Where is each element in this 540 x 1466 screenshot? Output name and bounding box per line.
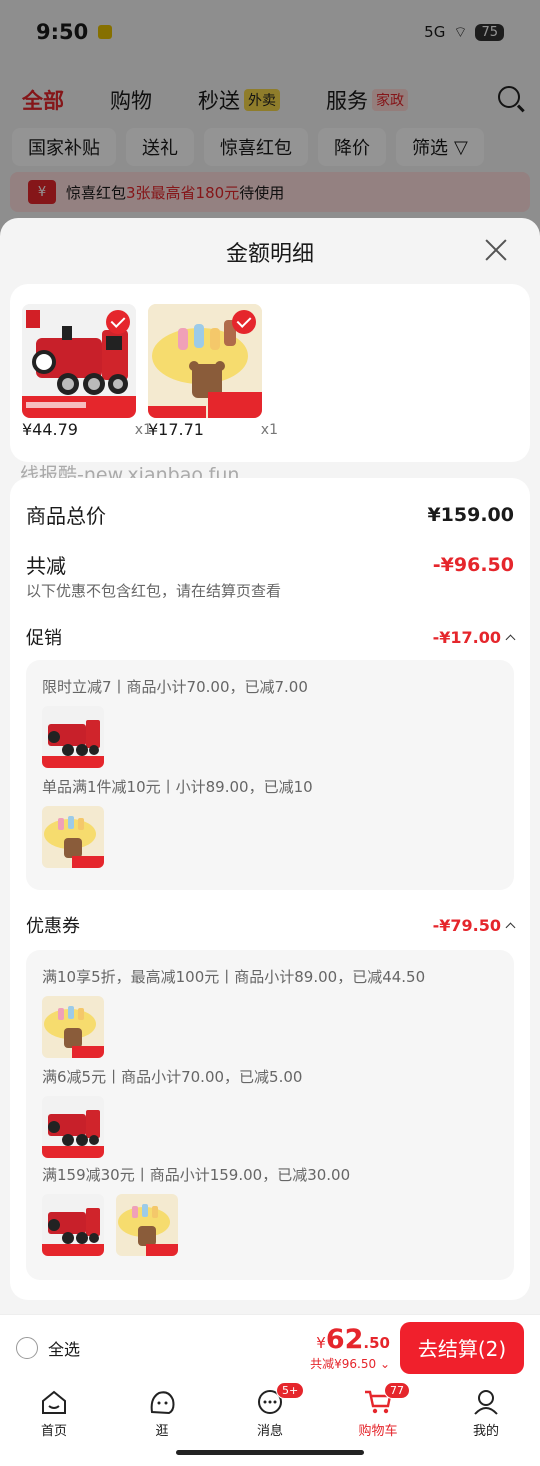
profile-icon bbox=[474, 1390, 498, 1415]
saved-label: 共减¥96.50 bbox=[310, 1356, 377, 1371]
total-label: 商品总价 bbox=[26, 504, 106, 528]
amount-yen: ¥ bbox=[316, 1333, 326, 1352]
toy-icon bbox=[42, 806, 104, 868]
product-qty: x1 bbox=[260, 422, 278, 438]
train-icon bbox=[42, 1194, 104, 1256]
checkout-button[interactable]: 去结算(2) bbox=[400, 1321, 524, 1374]
select-all-radio[interactable] bbox=[16, 1336, 38, 1359]
promo-value: -¥17.00 bbox=[432, 627, 501, 647]
reduce-value: -¥96.50 bbox=[432, 553, 514, 576]
chevron-down-icon: ⌄ bbox=[379, 1356, 390, 1371]
product-image-train bbox=[22, 304, 136, 418]
toy-thumb bbox=[116, 1194, 178, 1256]
train-thumb bbox=[42, 1194, 104, 1256]
checkout-bar: 全选 ¥62.50 共减¥96.50 ⌄ 去结算(2) bbox=[0, 1314, 540, 1380]
coupon-line: 满159减30元丨商品小计159.00，已减30.00 bbox=[42, 1166, 351, 1184]
coupon-label: 优惠券 bbox=[26, 916, 80, 937]
tab-cart-label: 购物车 bbox=[358, 1424, 398, 1439]
train-icon bbox=[42, 1096, 104, 1158]
browse-icon bbox=[150, 1391, 175, 1415]
reduce-label: 共减 bbox=[26, 554, 66, 578]
train-thumb bbox=[42, 706, 104, 768]
amount-detail-sheet: 金额明细 ¥44.79 x1 ¥17.71 x1 线报酷-new.xianbao… bbox=[0, 218, 540, 1314]
total-amount: ¥62.50 共减¥96.50 ⌄ bbox=[310, 1324, 390, 1372]
product-image-toy bbox=[148, 304, 262, 418]
tab-home-label: 首页 bbox=[40, 1424, 67, 1439]
selected-check-icon bbox=[232, 310, 256, 334]
amount-int: 62 bbox=[325, 1323, 364, 1355]
promo-box: 限时立减7丨商品小计70.00，已减7.00 单品满1件减10元丨小计89.00… bbox=[26, 660, 514, 890]
reduce-note: 以下优惠不包含红包，请在结算页查看 bbox=[26, 582, 282, 600]
reduce-row: 共减 -¥96.50 bbox=[26, 550, 514, 579]
amount-dec: .50 bbox=[363, 1333, 390, 1352]
promo-header[interactable]: 促销 -¥17.00 bbox=[26, 624, 516, 650]
promo-line: 限时立减7丨商品小计70.00，已减7.00 bbox=[42, 678, 308, 696]
coupon-box: 满10享5折，最高减100元丨商品小计89.00，已减44.50 满6减5元丨商… bbox=[26, 950, 514, 1280]
tab-browse-label: 逛 bbox=[155, 1424, 169, 1439]
selected-check-icon bbox=[106, 310, 130, 334]
train-thumb bbox=[42, 1096, 104, 1158]
cart-badge: 77 bbox=[384, 1382, 410, 1399]
total-row: 商品总价 ¥159.00 bbox=[26, 500, 514, 529]
promo-label: 促销 bbox=[26, 628, 62, 649]
product-item[interactable]: ¥17.71 x1 bbox=[148, 304, 278, 439]
product-card: ¥44.79 x1 ¥17.71 x1 bbox=[10, 284, 530, 462]
total-value: ¥159.00 bbox=[427, 503, 514, 526]
tab-messages-label: 消息 bbox=[256, 1424, 283, 1439]
saved-amount[interactable]: 共减¥96.50 ⌄ bbox=[310, 1355, 390, 1372]
chevron-up-icon bbox=[505, 922, 516, 932]
product-item[interactable]: ¥44.79 x1 bbox=[22, 304, 152, 439]
coupon-line: 满6减5元丨商品小计70.00，已减5.00 bbox=[42, 1068, 303, 1086]
promo-line: 单品满1件减10元丨小计89.00，已减10 bbox=[42, 778, 313, 796]
detail-card: 商品总价 ¥159.00 共减 -¥96.50 以下优惠不包含红包，请在结算页查… bbox=[10, 478, 530, 1300]
amount-display: ¥62.50 bbox=[310, 1324, 390, 1355]
coupon-value: -¥79.50 bbox=[432, 915, 501, 935]
coupon-header[interactable]: 优惠券 -¥79.50 bbox=[26, 912, 516, 938]
home-icon bbox=[42, 1390, 66, 1414]
tab-home[interactable]: 首页 bbox=[0, 1380, 108, 1466]
close-icon[interactable] bbox=[484, 238, 508, 262]
coupon-line: 满10享5折，最高减100元丨商品小计89.00，已减44.50 bbox=[42, 968, 426, 986]
toy-thumb bbox=[42, 806, 104, 868]
toy-thumb bbox=[42, 996, 104, 1058]
tab-me-label: 我的 bbox=[472, 1424, 499, 1439]
select-all-label[interactable]: 全选 bbox=[48, 1336, 80, 1360]
product-price: ¥44.79 bbox=[22, 420, 78, 439]
toy-icon bbox=[116, 1194, 178, 1256]
train-icon bbox=[42, 706, 104, 768]
sheet-title: 金额明细 bbox=[225, 242, 314, 267]
chevron-up-icon bbox=[505, 634, 516, 644]
toy-icon bbox=[42, 996, 104, 1058]
product-price: ¥17.71 bbox=[148, 420, 204, 439]
tab-me[interactable]: 我的 bbox=[432, 1380, 540, 1466]
home-indicator[interactable] bbox=[176, 1450, 364, 1455]
messages-badge: 5+ bbox=[276, 1382, 305, 1399]
